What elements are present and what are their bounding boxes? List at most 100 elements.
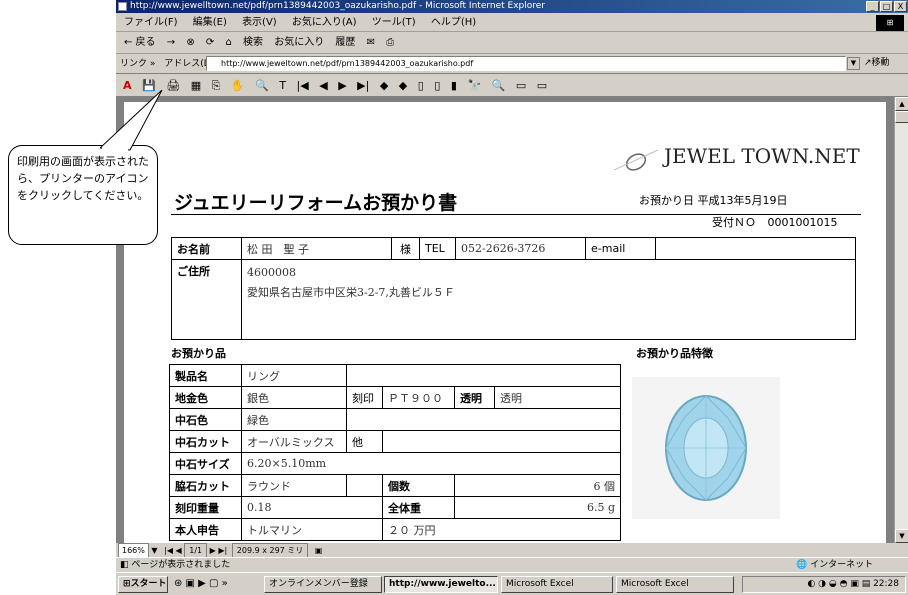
email-label: e-mail bbox=[585, 237, 656, 260]
refresh-icon[interactable]: ⟳ bbox=[206, 37, 214, 48]
links-label[interactable]: リンク » bbox=[120, 59, 155, 69]
receipt-label: 受付ＮＯ bbox=[712, 216, 756, 229]
zoom-tool-icon[interactable]: 🔍 bbox=[255, 79, 269, 92]
system-tray: ◐ ◑ ◒ ◓ ▣ ▤ 22:28 bbox=[742, 576, 906, 593]
metal-label: 地金色 bbox=[169, 386, 242, 409]
go-button[interactable]: ↗移動 bbox=[864, 56, 890, 71]
favorites-button[interactable]: お気に入り bbox=[274, 37, 324, 48]
quick-launch[interactable]: ⊛ ▣ ▶ ▢ » bbox=[174, 578, 228, 589]
date-line: お預かり日 平成13年5月19日 bbox=[639, 192, 788, 208]
empty-cell bbox=[346, 474, 383, 497]
tel-value: 052-2626-3726 bbox=[455, 237, 586, 260]
side-cut-value: ラウンド bbox=[241, 474, 347, 497]
center-size-label: 中石サイズ bbox=[169, 452, 242, 475]
search-button[interactable]: 検索 bbox=[243, 37, 263, 48]
vertical-scrollbar[interactable]: ▲ ▼ bbox=[894, 97, 908, 543]
empty-cell bbox=[346, 364, 621, 387]
items-table: 製品名 リング 地金色 銀色 刻印 ＰＴ９００ 透明 透明 中石色 緑色 中石カ… bbox=[169, 364, 621, 541]
prev-page-icon[interactable]: ◀ bbox=[319, 79, 327, 92]
task-online-member[interactable]: オンラインメンバー登録 bbox=[264, 576, 382, 593]
center-cut-value: オーバルミックス bbox=[241, 430, 347, 453]
zoom-dropdown-icon[interactable]: ▼ bbox=[151, 546, 157, 555]
menu-tools[interactable]: ツール(T) bbox=[372, 17, 416, 28]
window-title: http://www.jewelltown.net/pdf/prn1389442… bbox=[130, 1, 546, 11]
menu-bar: ファイル(F) 編集(E) 表示(V) お気に入り(A) ツール(T) ヘルプ(… bbox=[116, 13, 908, 32]
thumbnails-icon[interactable]: ▦ bbox=[191, 79, 201, 92]
pdf-viewer[interactable]: JEWEL TOWN.NET ジュエリーリフォームお預かり書 お預かり日 平成1… bbox=[116, 97, 894, 543]
last-page-button[interactable]: ▶| bbox=[218, 546, 227, 555]
zone-label: インターネット bbox=[810, 560, 874, 570]
pdf-status-bar: 166% ▼ |◀ ◀ 1/1 ▶ ▶| 209.9 x 297 ミリ ▣ bbox=[116, 543, 908, 558]
layout-icon[interactable]: ▣ bbox=[315, 546, 323, 555]
taskbar: ⊞スタート ⊛ ▣ ▶ ▢ » オンラインメンバー登録 http://www.j… bbox=[116, 572, 908, 595]
history-button[interactable]: 履歴 bbox=[335, 37, 355, 48]
clarity-label: 透明 bbox=[454, 386, 495, 409]
page-indicator[interactable]: 1/1 bbox=[184, 543, 208, 558]
status-message: ページが表示されました bbox=[131, 560, 231, 570]
menu-edit[interactable]: 編集(E) bbox=[193, 17, 227, 28]
maximize-button[interactable]: □ bbox=[880, 1, 893, 12]
standard-toolbar: ← 戻る → ⊗ ⟳ ⌂ 検索 お気に入り 履歴 ✉ ⎙ bbox=[116, 32, 908, 54]
menu-help[interactable]: ヘルプ(H) bbox=[431, 17, 476, 28]
count-value: 6 個 bbox=[454, 474, 621, 497]
minimize-button[interactable]: _ bbox=[866, 1, 879, 12]
ie-icon bbox=[118, 2, 127, 11]
tray-icons[interactable]: ◐ ◑ ◒ ◓ ▣ ▤ bbox=[807, 579, 873, 589]
first-page-icon[interactable]: |◀ bbox=[297, 79, 309, 92]
scroll-up-button[interactable]: ▲ bbox=[895, 97, 908, 111]
copy-icon[interactable]: ⎘ bbox=[212, 79, 221, 92]
rotate-right-icon[interactable]: ▭ bbox=[537, 79, 547, 92]
start-label: スタート bbox=[130, 579, 167, 589]
print-icon[interactable]: ⎙ bbox=[386, 37, 394, 48]
address-input[interactable]: http://www.jeweltown.net/pdf/prn13894420… bbox=[206, 56, 846, 71]
center-size-value: 6.20×5.10mm bbox=[241, 452, 621, 475]
pdf-toolbar: A 💾 🖨 ▦ ⎘ ✋ 🔍 T |◀ ◀ ▶ ▶| ◆ ◆ ▯ ▯ ▮ 🔭 🔍 … bbox=[116, 75, 908, 97]
product-label: 製品名 bbox=[169, 364, 242, 387]
forward-button[interactable]: → bbox=[167, 37, 175, 48]
clock: 22:28 bbox=[873, 579, 899, 589]
fit-width-icon[interactable]: ▮ bbox=[451, 79, 457, 92]
other-label: 他 bbox=[346, 430, 383, 453]
rotate-left-icon[interactable]: ▭ bbox=[516, 79, 526, 92]
total-weight-value: 6.5 g bbox=[454, 496, 621, 519]
prev-page-button[interactable]: ◀ bbox=[176, 546, 182, 555]
menu-favorites[interactable]: お気に入り(A) bbox=[292, 17, 357, 28]
go-back-icon[interactable]: ◆ bbox=[380, 79, 388, 92]
last-page-icon[interactable]: ▶| bbox=[357, 79, 369, 92]
declared-label: 本人申告 bbox=[169, 518, 242, 541]
address-dropdown-icon[interactable]: ▼ bbox=[847, 57, 860, 70]
task-excel-1[interactable]: Microsoft Excel bbox=[501, 576, 613, 593]
find-icon[interactable]: 🔭 bbox=[467, 79, 481, 92]
next-page-button[interactable]: ▶ bbox=[210, 546, 216, 555]
next-page-icon[interactable]: ▶ bbox=[338, 79, 346, 92]
search-doc-icon[interactable]: 🔍 bbox=[492, 79, 506, 92]
actual-size-icon[interactable]: ▯ bbox=[418, 79, 424, 92]
first-page-button[interactable]: |◀ bbox=[164, 546, 173, 555]
task-excel-2[interactable]: Microsoft Excel bbox=[616, 576, 734, 593]
side-cut-label: 脇石カット bbox=[169, 474, 242, 497]
hand-tool-icon[interactable]: ✋ bbox=[231, 79, 245, 92]
menu-view[interactable]: 表示(V) bbox=[242, 17, 277, 28]
menu-file[interactable]: ファイル(F) bbox=[124, 17, 178, 28]
brand-logo: JEWEL TOWN.NET bbox=[664, 144, 860, 168]
stop-icon[interactable]: ⊗ bbox=[186, 37, 194, 48]
mail-icon[interactable]: ✉ bbox=[367, 37, 375, 48]
back-button[interactable]: ← 戻る bbox=[124, 37, 156, 48]
product-value: リング bbox=[241, 364, 347, 387]
name-label: お名前 bbox=[171, 237, 242, 260]
go-label: 移動 bbox=[871, 58, 890, 68]
scroll-thumb[interactable] bbox=[895, 111, 908, 123]
page-size: 209.9 x 297 ミリ bbox=[231, 543, 309, 558]
text-select-icon[interactable]: T bbox=[279, 79, 286, 92]
task-ie-window[interactable]: http://www.jewelto... bbox=[384, 576, 498, 593]
start-button[interactable]: ⊞スタート bbox=[118, 576, 168, 593]
go-forward-icon[interactable]: ◆ bbox=[399, 79, 407, 92]
close-button[interactable]: X bbox=[894, 1, 907, 12]
gem-photo bbox=[632, 377, 780, 519]
fit-page-icon[interactable]: ▯ bbox=[434, 79, 440, 92]
page-icon: ◧ bbox=[120, 560, 129, 570]
zoom-level[interactable]: 166% bbox=[118, 543, 149, 558]
scroll-down-button[interactable]: ▼ bbox=[895, 529, 908, 543]
date-value: 平成13年5月19日 bbox=[697, 194, 788, 207]
home-icon[interactable]: ⌂ bbox=[225, 37, 231, 48]
